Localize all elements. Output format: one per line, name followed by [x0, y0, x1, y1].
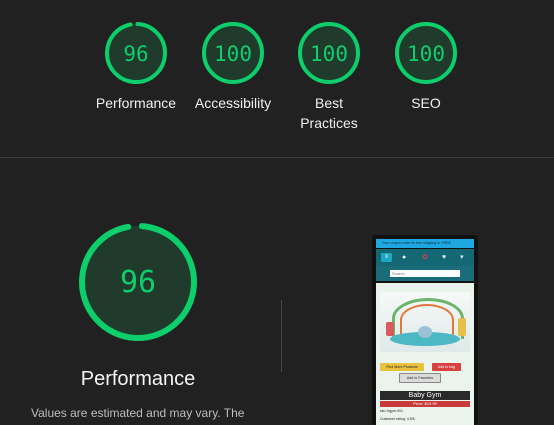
product-card: Find More Products Add to bag Add to Fav…	[376, 283, 474, 425]
preview-nav: ≡ ● ✿ ♥ ▾	[376, 249, 474, 266]
gauge-score: 100	[214, 42, 252, 66]
gauge-label: SEO	[411, 95, 441, 111]
category-summary: 96 Performance 100 Accessibility 100 Bes…	[0, 0, 554, 158]
product-name: Baby Gym	[380, 391, 470, 400]
preview-search-bar: Search	[376, 266, 474, 281]
gauge-seo[interactable]: 100 SEO	[371, 21, 481, 113]
promo-banner: Your coupon code for free shipping is: F…	[376, 239, 474, 248]
final-screenshot-thumbnail[interactable]: Your coupon code for free shipping is: F…	[372, 235, 478, 425]
gauge-ring: 100	[395, 22, 457, 84]
gauge-ring: 96	[105, 21, 167, 84]
find-more-button: Find More Products	[380, 363, 424, 371]
divider	[281, 300, 282, 372]
gauge-label: Best Practices	[300, 95, 358, 131]
product-image	[380, 292, 470, 352]
product-rating: Customer rating: 4.5/5	[380, 417, 415, 421]
user-icon: ●	[402, 254, 407, 261]
search-input: Search	[390, 270, 460, 277]
gauge-label: Performance	[95, 95, 177, 111]
product-sku: sku: bgym-001	[380, 409, 403, 413]
add-to-favorites-button: Add to Favorites	[399, 373, 441, 383]
gauge-accessibility[interactable]: 100 Accessibility	[178, 21, 288, 113]
gauge-ring: 100	[298, 22, 360, 84]
gauge-performance[interactable]: 96 Performance	[81, 21, 191, 113]
product-price: Price: $19.99	[380, 401, 470, 407]
gauge-ring: 100	[202, 22, 264, 84]
performance-gauge-large: 96	[78, 222, 198, 342]
add-to-bag-button: Add to bag	[432, 363, 461, 371]
estimate-note: Values are estimated and may vary. The	[31, 406, 245, 420]
performance-score-large: 96	[120, 265, 156, 300]
heart-icon: ♥	[442, 254, 447, 261]
menu-icon: ≡	[381, 253, 392, 262]
gauge-best-practices[interactable]: 100 Best Practices	[274, 21, 384, 133]
gauge-score: 96	[123, 42, 148, 66]
gauge-score: 100	[310, 42, 348, 66]
logo-icon: ✿	[422, 254, 428, 261]
gauge-label: Accessibility	[194, 95, 272, 111]
cart-icon: ▾	[460, 254, 464, 261]
gauge-ring-large: 96	[79, 223, 197, 341]
performance-title: Performance	[80, 368, 196, 390]
gauge-score: 100	[407, 42, 445, 66]
